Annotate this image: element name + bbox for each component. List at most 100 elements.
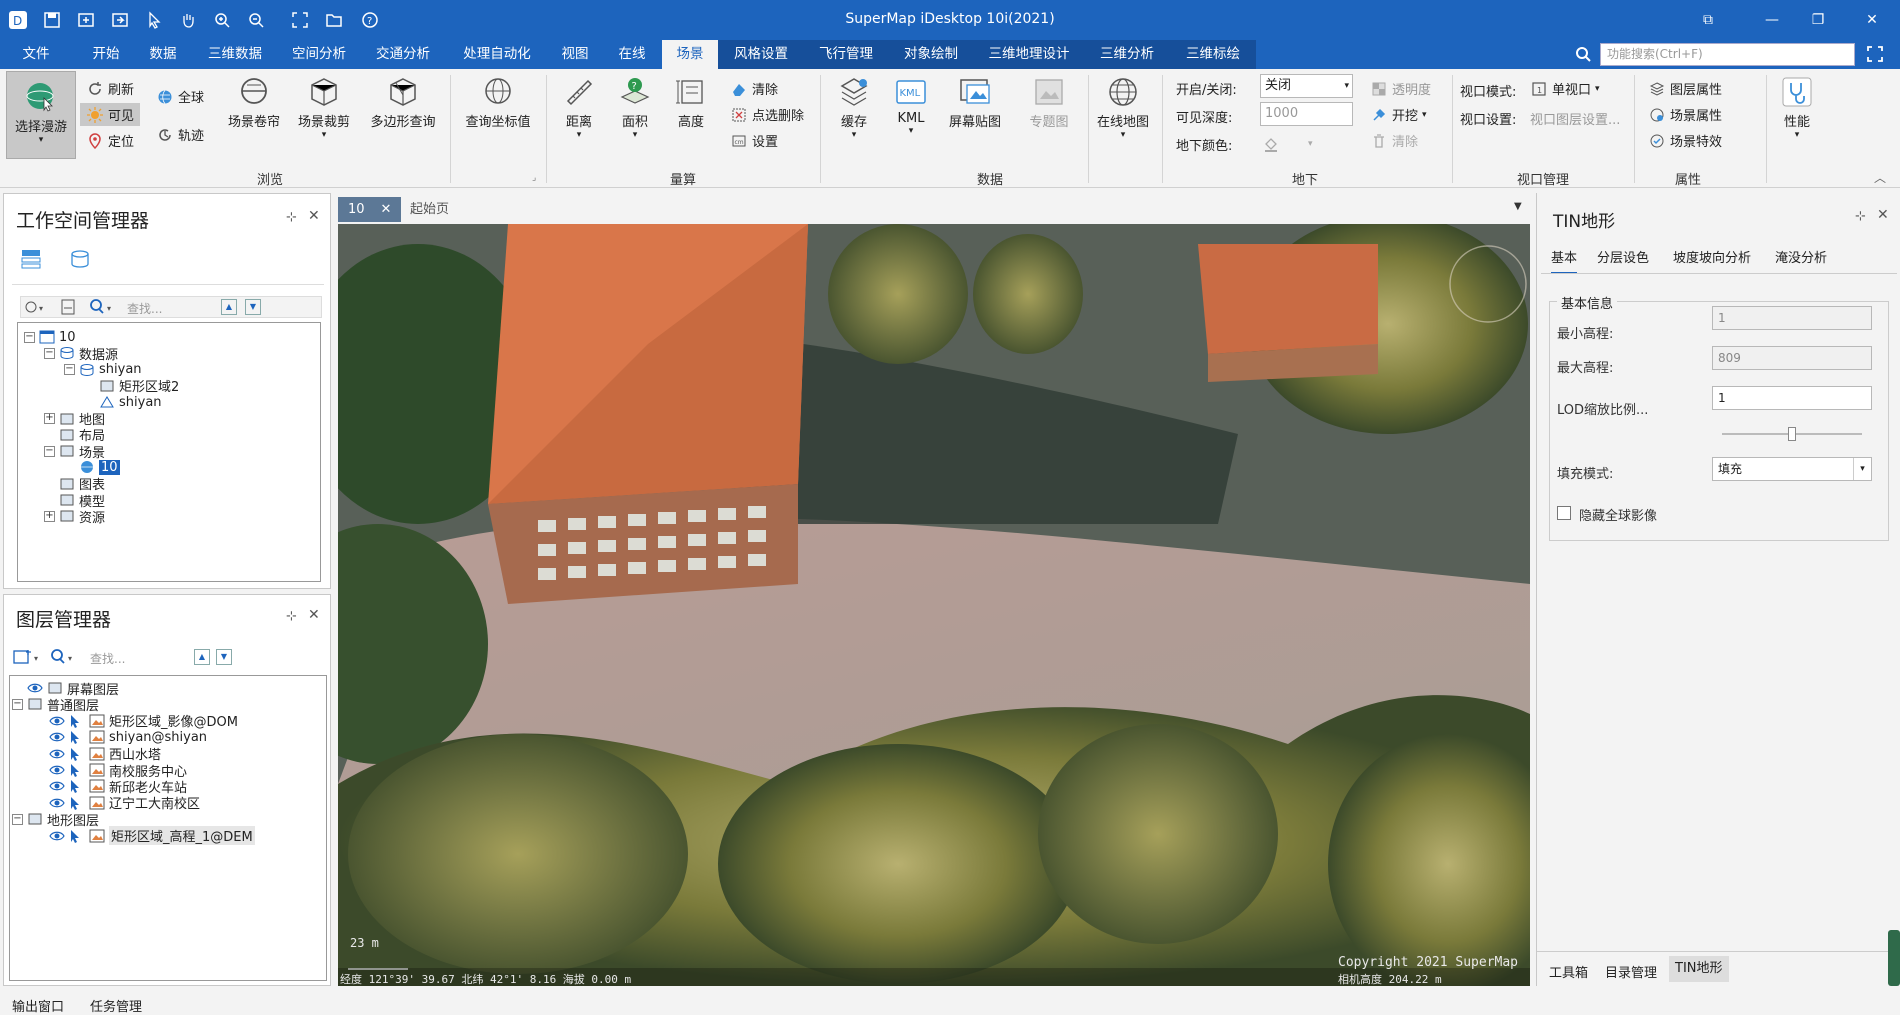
online-map-button[interactable]: 在线地图 ▾ [1092, 73, 1154, 140]
output-window-tab[interactable]: 输出窗口 [12, 996, 64, 1015]
maximize-button[interactable]: ❐ [1802, 8, 1834, 32]
tab-traffic-analysis[interactable]: 交通分析 [366, 40, 440, 69]
tab-3d-analysis[interactable]: 三维分析 [1084, 40, 1170, 69]
cache-button[interactable]: 缓存 ▾ [828, 73, 880, 140]
new-window-icon[interactable] [74, 8, 98, 32]
minimize-button[interactable]: — [1756, 8, 1788, 32]
pin-icon[interactable]: ⊹ [286, 609, 297, 624]
lod-scale-input[interactable]: 1 [1712, 386, 1872, 410]
close-icon[interactable]: ✕ [308, 607, 320, 623]
close-icon[interactable]: ✕ [308, 208, 320, 224]
tab-file[interactable]: 文件 [0, 40, 72, 69]
tin-tab-flood[interactable]: 淹没分析 [1775, 247, 1827, 266]
layer-move-down-icon[interactable]: ▼ [216, 649, 232, 665]
find-icon[interactable]: ▾ [89, 298, 117, 320]
tab-catalog[interactable]: 目录管理 [1605, 962, 1657, 981]
tab-scene-10[interactable]: 10 ✕ [338, 197, 402, 222]
tab-start-page[interactable]: 起始页 [400, 197, 459, 222]
pan-hand-icon[interactable] [176, 8, 200, 32]
performance-button[interactable]: 性能 ▾ [1762, 73, 1832, 140]
tab-processing-automation[interactable]: 处理自动化 [450, 40, 544, 69]
query-coordinate-button[interactable]: 查询坐标值 [458, 73, 538, 130]
measure-settings-button[interactable]: cm 设置 [730, 131, 778, 150]
tab-start[interactable]: 开始 [72, 40, 140, 69]
open-workspace-icon[interactable]: ▾ [23, 298, 49, 320]
task-management-tab[interactable]: 任务管理 [90, 996, 142, 1015]
scene-viewport[interactable]: 23 m Copyright 2021 SuperMap 经度 121°39' … [338, 224, 1530, 986]
locate-button[interactable]: 定位 [86, 131, 134, 150]
underground-toggle-select[interactable]: 关闭 ▾ [1260, 74, 1353, 98]
layer-tree-item[interactable]: 矩形区域_高程_1@DEM [34, 826, 255, 846]
move-down-icon[interactable]: ▼ [245, 299, 261, 315]
thematic-map-button[interactable]: 专题图 [1016, 73, 1082, 130]
zoom-in-icon[interactable] [210, 8, 234, 32]
fullscreen-icon[interactable] [1866, 45, 1884, 67]
track-button[interactable]: 轨迹 [156, 125, 204, 144]
close-tab-icon[interactable]: ✕ [381, 202, 392, 217]
viewport-layer-settings-button[interactable]: 视口图层设置... [1530, 109, 1620, 128]
scene-scroll-button[interactable]: 场景卷帘 [222, 73, 286, 130]
lod-slider-thumb[interactable] [1788, 427, 1796, 441]
tab-scene[interactable]: 场景 [662, 40, 718, 69]
database-icon[interactable] [68, 248, 90, 274]
save-icon[interactable] [40, 8, 64, 32]
close-icon[interactable]: ✕ [1877, 207, 1889, 223]
tab-list-dropdown-icon[interactable]: ▼ [1514, 201, 1522, 212]
dialog-launcher-icon[interactable]: ⌟ [532, 173, 536, 183]
tab-toolbox[interactable]: 工具箱 [1549, 962, 1588, 981]
app-logo-icon[interactable]: D [6, 8, 30, 32]
find-layer-icon[interactable]: ▾ [50, 648, 78, 670]
underground-clear-button[interactable]: 清除 [1370, 131, 1418, 150]
fill-mode-select[interactable]: 填充 ▾ [1712, 457, 1872, 481]
pin-icon[interactable]: ⊹ [1855, 209, 1866, 224]
tree-search-input[interactable]: 查找... [127, 300, 162, 317]
select-arrow-icon[interactable] [142, 8, 166, 32]
zoom-out-icon[interactable] [244, 8, 268, 32]
side-scroll-handle[interactable] [1888, 930, 1900, 986]
kml-button[interactable]: KML KML ▾ [886, 73, 936, 136]
open-folder-icon[interactable] [322, 8, 346, 32]
distance-button[interactable]: 距离 ▾ [554, 73, 604, 140]
scene-effects-button[interactable]: 场景特效 [1648, 131, 1722, 150]
function-search-input[interactable]: 功能搜索(Ctrl+F) [1600, 43, 1855, 66]
excavate-button[interactable]: 开挖 ▾ [1370, 105, 1427, 124]
expander-icon[interactable]: − [44, 445, 55, 457]
viewport-mode-select[interactable]: 1 单视口 ▾ [1530, 79, 1600, 98]
new-item-icon[interactable] [59, 299, 77, 319]
tin-tab-layered-color[interactable]: 分层设色 [1597, 247, 1649, 266]
tab-online[interactable]: 在线 [606, 40, 658, 69]
workspace-tree-icon[interactable] [20, 248, 42, 274]
tab-3d-plotting[interactable]: 三维标绘 [1170, 40, 1256, 69]
pin-icon[interactable]: ⊹ [286, 210, 297, 225]
measure-clear-button[interactable]: 清除 [730, 79, 778, 98]
tin-tab-basic[interactable]: 基本 [1551, 247, 1578, 274]
underground-color-picker[interactable]: ▾ [1262, 135, 1313, 153]
layer-search-input[interactable]: 查找... [90, 650, 125, 667]
polygon-query-button[interactable]: 多边形查询 [362, 73, 444, 130]
close-button[interactable]: ✕ [1856, 8, 1888, 32]
tab-view[interactable]: 视图 [550, 40, 600, 69]
scene-clip-button[interactable]: 场景裁剪 ▾ [292, 73, 356, 140]
global-button[interactable]: 全球 [156, 87, 204, 106]
select-roam-button[interactable]: 选择漫游 ▾ [6, 71, 76, 159]
point-delete-button[interactable]: 点选删除 [730, 105, 804, 124]
full-extent-icon[interactable] [288, 8, 312, 32]
tab-object-drawing[interactable]: 对象绘制 [888, 40, 974, 69]
visible-depth-input[interactable]: 1000 [1260, 102, 1353, 126]
refresh-button[interactable]: 刷新 [86, 79, 134, 98]
tab-data[interactable]: 数据 [140, 40, 186, 69]
expander-icon[interactable]: − [24, 331, 35, 343]
tab-3d-geo-design[interactable]: 三维地理设计 [974, 40, 1084, 69]
expander-icon[interactable]: − [12, 813, 23, 825]
tab-3d-data[interactable]: 三维数据 [198, 40, 272, 69]
tab-flight-management[interactable]: 飞行管理 [804, 40, 888, 69]
help-icon[interactable]: ? [358, 8, 382, 32]
tab-style-settings[interactable]: 风格设置 [718, 40, 804, 69]
expander-icon[interactable]: − [64, 364, 75, 376]
expander-icon[interactable]: + [44, 413, 55, 424]
restore-ribbon-icon[interactable]: ⧉ [1692, 8, 1724, 32]
screen-map-button[interactable]: 屏幕贴图 [942, 73, 1008, 130]
expander-icon[interactable]: + [44, 510, 55, 522]
transparency-button[interactable]: 透明度 [1370, 79, 1431, 98]
add-layer-icon[interactable]: ▾ [12, 648, 42, 670]
